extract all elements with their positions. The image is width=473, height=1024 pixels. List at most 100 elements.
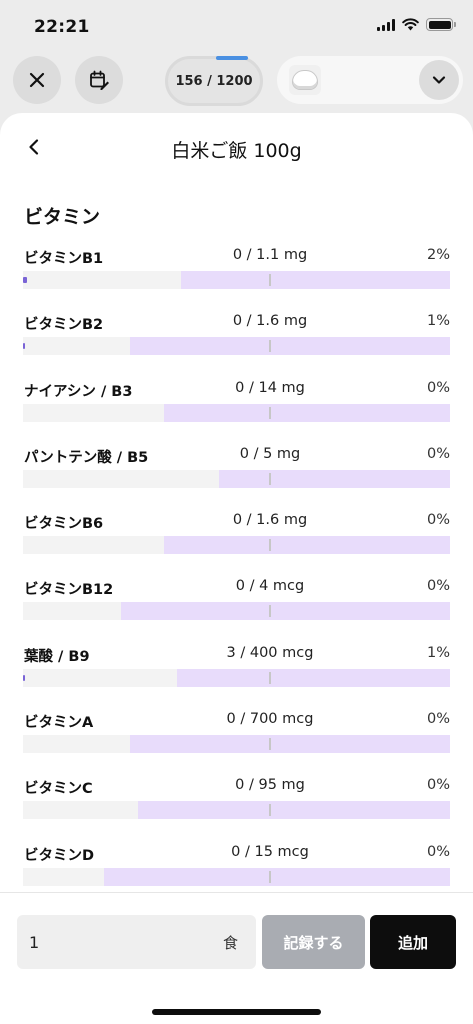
nutrient-target-band — [121, 602, 450, 621]
nutrient-row: パントテン酸 / B5 0 / 5 mg 0% — [0, 440, 473, 506]
nutrient-target-band — [181, 271, 450, 289]
nutrient-progress-bar — [23, 801, 450, 820]
nutrient-amount: 3 / 400 mcg — [226, 644, 314, 661]
nutrient-amount: 0 / 700 mcg — [226, 711, 314, 728]
nutrient-midpoint-marker — [269, 804, 271, 817]
nutrient-name: ビタミンC — [24, 781, 93, 798]
nutrient-list: ビタミンB1 0 / 1.1 mg 2% ビタミンB2 0 / 1.6 mg 1% ナイアシ… — [0, 241, 473, 904]
home-indicator — [152, 1009, 321, 1015]
nutrient-progress-bar — [23, 668, 450, 687]
nutrient-name: ビタミンB2 — [24, 317, 104, 334]
nutrient-amount: 0 / 14 mg — [235, 379, 305, 396]
nutrient-target-band — [104, 867, 450, 886]
status-icons — [377, 18, 456, 31]
calorie-progress-text: 156 / 1200 — [175, 73, 253, 89]
top-bar: 156 / 1200 — [0, 50, 473, 112]
nutrient-target-band — [138, 801, 450, 820]
calendar-button[interactable] — [75, 56, 123, 104]
nutrient-midpoint-marker — [269, 340, 271, 353]
nutrient-percent: 0% — [426, 512, 450, 529]
quantity-input[interactable] — [29, 929, 199, 955]
nutrient-progress-fill — [23, 674, 26, 681]
nutrient-target-band — [129, 337, 450, 356]
nutrient-row: ビタミンB12 0 / 4 mcg 0% — [0, 572, 473, 638]
nutrient-percent: 0% — [426, 578, 450, 595]
nutrient-target-band — [129, 735, 450, 754]
calendar-edit-icon — [90, 70, 109, 90]
page-title: 白米ご飯 100g — [171, 140, 302, 162]
close-button[interactable] — [13, 56, 61, 104]
nutrient-progress-bar — [23, 337, 450, 356]
sheet-header: 白米ご飯 100g — [0, 113, 473, 183]
nutrient-midpoint-marker — [269, 671, 271, 684]
nutrient-midpoint-marker — [269, 406, 271, 419]
battery-icon — [426, 18, 456, 31]
nutrient-row: ナイアシン / B3 0 / 14 mg 0% — [0, 374, 473, 440]
nutrient-row: ビタミンA 0 / 700 mcg 0% — [0, 705, 473, 771]
nutrient-name: ビタミンB6 — [24, 516, 104, 533]
nutrient-amount: 0 / 5 mg — [239, 445, 301, 462]
nutrient-amount: 0 / 1.6 mg — [232, 313, 308, 330]
nutrient-name: ビタミンD — [24, 847, 95, 864]
close-icon — [29, 72, 45, 88]
nutrient-midpoint-marker — [269, 539, 271, 552]
nutrient-amount: 0 / 1.6 mg — [232, 512, 308, 529]
nutrient-target-band — [219, 469, 450, 488]
nutrient-progress-bar — [23, 271, 450, 289]
nutrient-progress-bar — [23, 867, 450, 886]
nutrient-name: ビタミンA — [24, 715, 94, 732]
nutrient-name: ナイアシン / B3 — [24, 383, 133, 400]
nutrient-amount: 0 / 95 mg — [235, 777, 305, 794]
nutrient-row: ビタミンB1 0 / 1.1 mg 2% — [0, 241, 473, 307]
nutrient-progress-bar — [23, 735, 450, 754]
nutrient-amount: 0 / 15 mcg — [231, 843, 309, 860]
nutrient-percent: 0% — [426, 711, 450, 728]
calorie-progress-pill[interactable]: 156 / 1200 — [165, 56, 263, 106]
nutrient-percent: 0% — [426, 843, 450, 860]
nutrient-midpoint-marker — [269, 472, 271, 485]
nutrient-row: ビタミンC 0 / 95 mg 0% — [0, 771, 473, 837]
nutrient-midpoint-marker — [269, 738, 271, 751]
nutrient-progress-bar — [23, 536, 450, 555]
nutrient-name: ビタミンB12 — [24, 582, 114, 599]
chevron-down-icon — [432, 76, 446, 84]
nutrient-percent: 0% — [426, 379, 450, 396]
nutrient-progress-bar — [23, 469, 450, 488]
status-bar: 22:21 — [0, 0, 473, 50]
nutrient-row: ビタミンB2 0 / 1.6 mg 1% — [0, 307, 473, 373]
nutrient-target-band — [163, 536, 450, 555]
rice-bowl-icon — [289, 65, 321, 95]
nutrient-progress-fill — [23, 343, 26, 350]
wifi-icon — [402, 18, 419, 31]
nutrient-percent: 0% — [426, 777, 450, 794]
quantity-field[interactable]: 食 — [17, 915, 256, 969]
nutrient-progress-bar — [23, 403, 450, 422]
cellular-signal-icon — [377, 18, 395, 31]
nutrient-progress-fill — [23, 277, 28, 283]
nutrient-name: ビタミンB1 — [24, 251, 104, 267]
record-button[interactable]: 記録する — [262, 915, 365, 969]
nutrient-amount: 0 / 1.1 mg — [232, 247, 308, 263]
nutrient-row: 葉酸 / B9 3 / 400 mcg 1% — [0, 639, 473, 705]
add-button[interactable]: 追加 — [370, 915, 456, 969]
quantity-unit: 食 — [222, 934, 238, 952]
nutrient-percent: 1% — [426, 644, 450, 661]
nutrient-percent: 2% — [426, 247, 450, 263]
food-selector[interactable] — [277, 56, 463, 104]
nutrient-percent: 1% — [426, 313, 450, 330]
nutrient-midpoint-marker — [269, 605, 271, 618]
nutrient-target-band — [176, 668, 450, 687]
nutrient-progress-bar — [23, 602, 450, 621]
calorie-progress-indicator — [216, 56, 248, 60]
section-title: ビタミン — [24, 206, 101, 228]
bottom-action-bar: 食 記録する 追加 — [0, 892, 473, 1024]
food-dropdown-button[interactable] — [419, 60, 459, 100]
nutrient-target-band — [163, 403, 450, 422]
nutrient-midpoint-marker — [269, 870, 271, 883]
nutrient-detail-sheet: 白米ご飯 100g ビタミン ビタミンB1 0 / 1.1 mg 2% ビタミンB2 0… — [0, 113, 473, 1024]
status-time: 22:21 — [34, 17, 90, 37]
nutrient-midpoint-marker — [269, 274, 271, 286]
nutrient-amount: 0 / 4 mcg — [235, 578, 305, 595]
nutrient-row: ビタミンB6 0 / 1.6 mg 0% — [0, 506, 473, 572]
nutrient-percent: 0% — [426, 445, 450, 462]
